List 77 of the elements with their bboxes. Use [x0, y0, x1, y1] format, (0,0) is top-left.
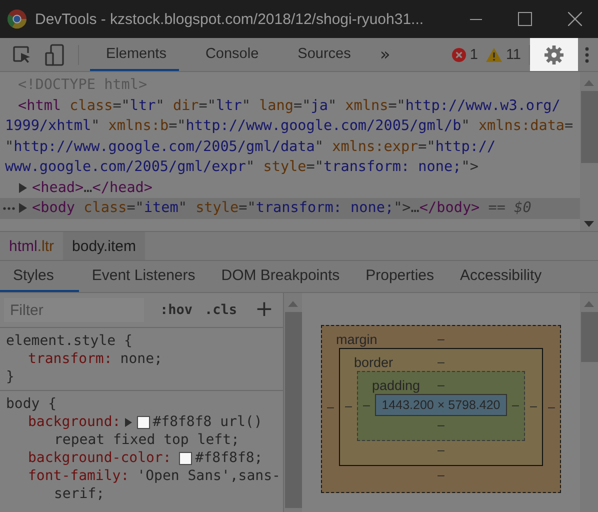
scroll-thumb[interactable] [580, 91, 598, 163]
sidebar-tab[interactable]: Accessibility [447, 261, 555, 292]
sidebar-tab[interactable]: Properties [352, 261, 447, 292]
markup-line: www.google.com/2005/gml/expr" style="transform: none;"> [5, 158, 478, 177]
box-label: border [354, 354, 394, 370]
property-value: #f8f8f8; [195, 449, 263, 467]
close-icon[interactable] [568, 12, 582, 26]
box-label: margin [336, 332, 378, 346]
color-swatch[interactable] [136, 416, 150, 428]
sidebar-tab[interactable]: Event Listeners [78, 261, 208, 292]
box-label: padding [372, 378, 420, 392]
markup-line: <html class="ltr" dir="ltr" lang="ja" xmlns="http://www.w3.org/ [18, 96, 560, 116]
scroll-thumb[interactable] [284, 312, 302, 508]
box-value: – [438, 378, 444, 392]
property-value: serif; [54, 485, 105, 503]
box-value: – [511, 398, 520, 412]
box-value: – [326, 400, 335, 414]
collapsed-arrow-icon[interactable] [19, 203, 27, 214]
closing-brace: } [6, 368, 16, 386]
color-swatch[interactable] [179, 452, 192, 464]
sidebar-tab[interactable]: Styles [0, 261, 79, 292]
error-icon [452, 48, 466, 62]
expand-arrow-icon[interactable] [124, 418, 132, 426]
property-value: 'Open Sans',sans- [137, 467, 280, 485]
panel-tab[interactable]: Console [189, 38, 272, 71]
sidebar-tab[interactable]: DOM Breakpoints [208, 261, 353, 292]
browser-logo-icon [7, 9, 27, 29]
menu-icon[interactable] [585, 46, 589, 62]
breadcrumb[interactable]: body.item [63, 232, 145, 260]
property-name: transform: [28, 350, 112, 368]
scrollbar[interactable] [284, 293, 302, 512]
box-value: – [362, 398, 371, 412]
ellipsis-icon[interactable] [3, 206, 15, 210]
property-name: background-color: [28, 449, 172, 467]
settings-button[interactable] [530, 38, 578, 71]
class-button[interactable]: .cls [198, 302, 244, 318]
panel-tab[interactable]: Sources [282, 38, 364, 71]
error-count: 1 [470, 46, 478, 62]
device-icon[interactable] [45, 44, 65, 66]
property-value: #f8f8f8 url() [152, 413, 262, 431]
scrollbar[interactable] [580, 72, 598, 231]
content-size: 1443.200 × 5798.420 [375, 394, 507, 416]
window-title: DevTools - kzstock.blogspot.com/2018/12/shogi-ryuoh31... [35, 10, 425, 28]
warning-count: 11 [506, 46, 521, 62]
markup-line: <body class="item" style="transform: none;">…</body> == $0 [32, 199, 532, 218]
property-value: repeat fixed top left; [54, 431, 240, 449]
new-rule-button[interactable]: + [249, 299, 280, 321]
rule-selector: body { [6, 395, 58, 413]
scroll-down-icon[interactable] [584, 221, 594, 227]
box-value: – [547, 400, 556, 414]
rule-selector: element.style { [6, 332, 134, 350]
warning-icon [486, 48, 502, 62]
box-value: – [438, 355, 444, 369]
box-value: – [344, 399, 353, 413]
property-value: none; [120, 350, 162, 368]
markup-line: <head>…</head> [32, 178, 153, 198]
hover-state-button[interactable]: :hov [154, 302, 199, 318]
markup-line: 1999/xhtml" xmlns:b="http://www.google.com/2005/gml/b" xmlns:data= [5, 117, 574, 136]
maximize-icon[interactable] [518, 12, 532, 26]
panel-tab[interactable]: Elements [90, 38, 180, 71]
more-tabs-button[interactable]: » [374, 44, 396, 64]
cursor-select-icon[interactable] [12, 44, 32, 64]
scrollbar[interactable] [580, 293, 598, 512]
collapsed-arrow-icon[interactable] [19, 182, 27, 193]
box-value: – [438, 332, 444, 346]
selected-row[interactable]: <body class="item" style="transform: none;">…</body> == $0 [0, 198, 580, 218]
markup-line: "http://www.google.com/2005/gml/data" xmlns:expr="http:// [5, 138, 496, 156]
box-value: – [438, 418, 444, 432]
box-value: – [438, 468, 444, 482]
settings-icon [544, 44, 564, 64]
breadcrumb[interactable]: html.ltr [0, 232, 64, 260]
box-value: – [529, 399, 538, 413]
property-name: font-family: [28, 467, 130, 485]
filter-field[interactable]: Filter [4, 298, 144, 322]
box-value: – [438, 443, 444, 457]
property-name: background: [28, 413, 121, 431]
scroll-thumb[interactable] [580, 312, 598, 362]
